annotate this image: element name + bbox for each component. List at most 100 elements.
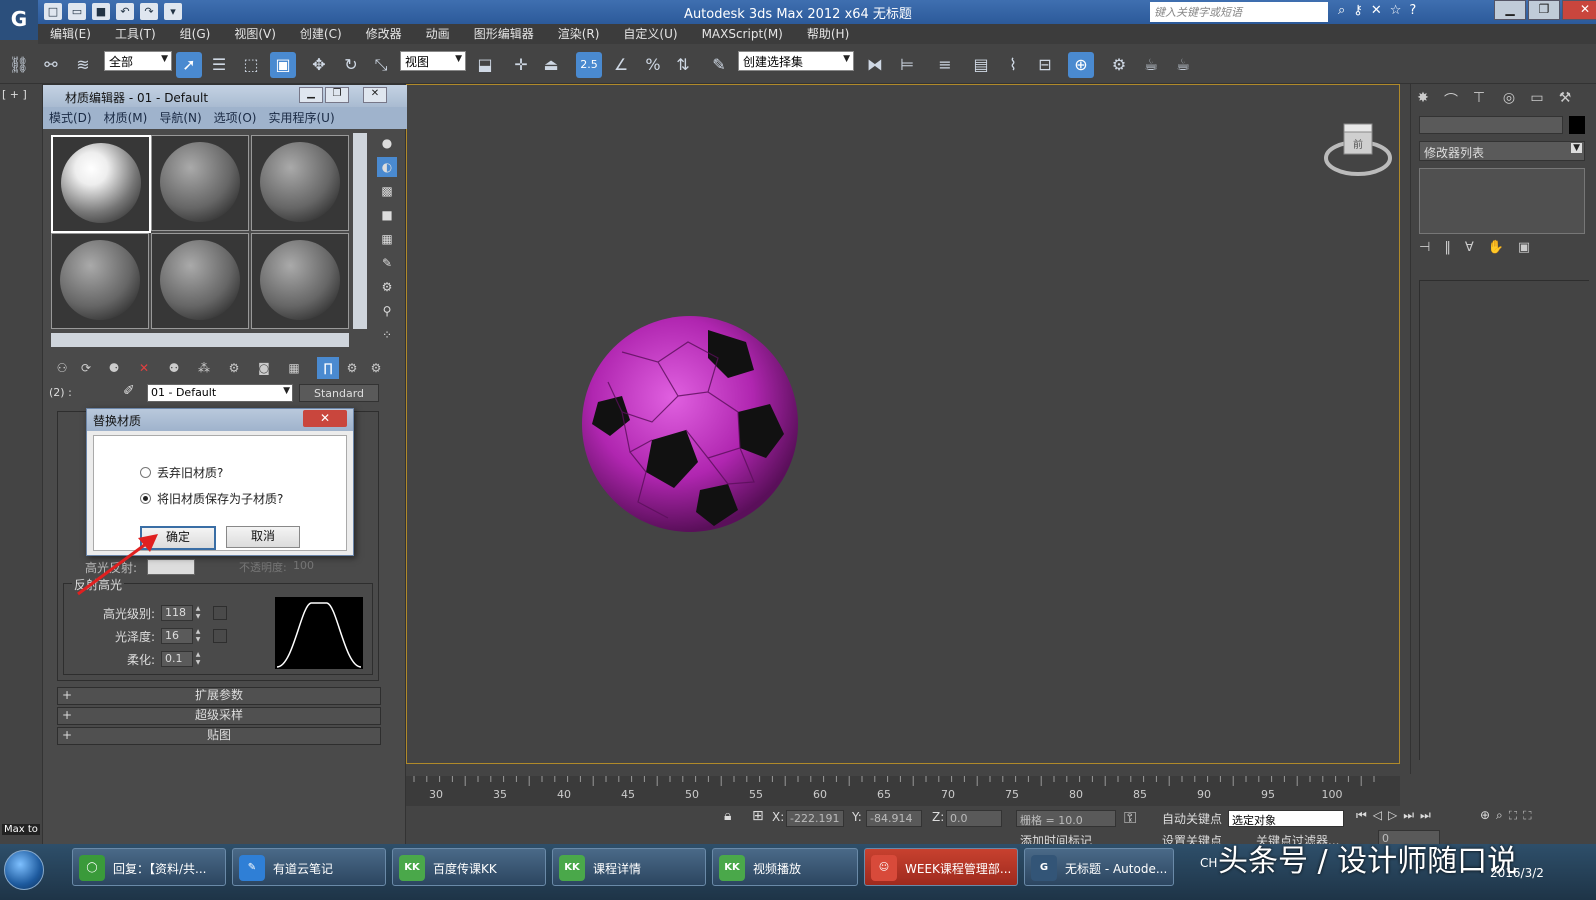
reference-coordinate-dropdown[interactable]: 视图: [400, 51, 466, 71]
menu-help[interactable]: 帮助(H): [795, 24, 861, 44]
soccer-ball-object[interactable]: [578, 312, 802, 536]
make-unique-icon[interactable]: ⁂: [193, 357, 215, 379]
option-discard-old-material[interactable]: 丢弃旧材质?: [140, 464, 223, 480]
keyboard-shortcut-override-icon[interactable]: ⏏: [538, 52, 564, 78]
auto-key-button[interactable]: 自动关键点: [1162, 810, 1222, 827]
rollout-maps[interactable]: + 贴图: [57, 727, 381, 745]
layer-manager-icon[interactable]: ≡: [932, 52, 958, 78]
menu-views[interactable]: 视图(V): [222, 24, 288, 44]
edit-named-selection-icon[interactable]: ✎: [706, 52, 732, 78]
menu-animation[interactable]: 动画: [414, 24, 462, 44]
cancel-button[interactable]: 取消: [226, 526, 300, 548]
glossiness-map-button[interactable]: [213, 629, 227, 643]
glossiness-spinner[interactable]: ▲ ▼: [193, 628, 203, 644]
modifier-list-dropdown[interactable]: 修改器列表: [1419, 141, 1585, 161]
soften-spinner[interactable]: ▲ ▼: [193, 651, 203, 667]
option-keep-as-submaterial[interactable]: 将旧材质保存为子材质?: [140, 490, 283, 506]
make-unique-icon[interactable]: ∀: [1465, 240, 1474, 255]
spinner-snap-icon[interactable]: ⇅: [670, 52, 696, 78]
link-icon[interactable]: ⛓: [6, 52, 32, 78]
taskbar-item[interactable]: ☺ WEEK课程管理部...: [864, 848, 1018, 886]
menu-maxscript[interactable]: MAXScript(M): [690, 24, 795, 44]
menu-customize[interactable]: 自定义(U): [611, 24, 689, 44]
taskbar-item[interactable]: ✎ 有道云笔记: [232, 848, 386, 886]
taskbar-item[interactable]: G 无标题 - Autode...: [1024, 848, 1174, 886]
taskbar-item[interactable]: KK 视频播放: [712, 848, 858, 886]
set-key-mode-icon[interactable]: ⚿: [1124, 808, 1136, 828]
sample-slot[interactable]: [151, 135, 249, 231]
tray-language-indicator[interactable]: CH: [1200, 856, 1217, 870]
put-to-scene-icon[interactable]: ⟳: [75, 357, 97, 379]
reset-map-icon[interactable]: ✕: [133, 357, 155, 379]
me-maximize-button[interactable]: ❐: [325, 87, 349, 103]
sample-slot[interactable]: [251, 233, 349, 329]
display-tab-icon[interactable]: ▭: [1527, 90, 1547, 110]
x-coord-field[interactable]: -222.191: [786, 810, 844, 827]
material-map-navigator-icon[interactable]: ⁘: [377, 325, 397, 345]
named-selection-dropdown[interactable]: 创建选择集: [738, 51, 854, 71]
render-setup-icon[interactable]: ⚙: [1106, 52, 1132, 78]
modify-tab-icon[interactable]: ⌒: [1441, 90, 1461, 110]
sample-slot[interactable]: [151, 233, 249, 329]
sample-type-icon[interactable]: ●: [377, 133, 397, 153]
utilities-tab-icon[interactable]: ⚒: [1555, 90, 1575, 110]
assign-to-selection-icon[interactable]: ⚈: [103, 357, 125, 379]
render-production-icon[interactable]: ☕: [1170, 52, 1196, 78]
sample-slot[interactable]: [51, 233, 149, 329]
menu-create[interactable]: 创建(C): [288, 24, 354, 44]
viewcube-icon[interactable]: 前: [1322, 116, 1394, 188]
me-menu-navigation[interactable]: 导航(N): [153, 107, 207, 129]
schematic-view-icon[interactable]: ⊟: [1032, 52, 1058, 78]
rollout-supersampling[interactable]: + 超级采样: [57, 707, 381, 725]
communication-icon[interactable]: ✕: [1371, 3, 1382, 18]
customize-dropdown-icon[interactable]: ▾: [164, 3, 182, 20]
sample-slots-vertical-scrollbar[interactable]: [353, 133, 367, 329]
mirror-icon[interactable]: ⧓: [862, 52, 888, 78]
sample-slots-horizontal-scrollbar[interactable]: [51, 333, 349, 347]
maxscript-listener-label[interactable]: Max to: [2, 824, 40, 835]
background-icon[interactable]: ▩: [377, 181, 397, 201]
binoculars-icon[interactable]: ⌕: [1338, 3, 1345, 18]
angle-snap-icon[interactable]: ∠: [608, 52, 634, 78]
sample-slot[interactable]: [251, 135, 349, 231]
configure-modifier-sets-icon[interactable]: ▣: [1518, 240, 1530, 255]
playback-controls[interactable]: ⏮◁▷⏭⏭: [1356, 808, 1437, 823]
menu-modifiers[interactable]: 修改器: [354, 24, 414, 44]
percent-snap-icon[interactable]: %: [640, 52, 666, 78]
selected-object-dropdown[interactable]: 选定对象: [1228, 810, 1344, 827]
create-tab-icon[interactable]: ✸: [1413, 90, 1433, 110]
lock-icon[interactable]: 🔒︎: [724, 808, 731, 824]
pivot-center-icon[interactable]: ⬓: [472, 52, 498, 78]
radio-selected-icon[interactable]: [140, 492, 151, 504]
open-file-icon[interactable]: ▭: [68, 3, 86, 20]
video-color-check-icon[interactable]: ▦: [377, 229, 397, 249]
timeline[interactable]: 30 35 40 45 50 55 60 65 70 75 80 85 90 95 100: [406, 776, 1400, 806]
backlight-icon[interactable]: ◐: [377, 157, 397, 177]
material-editor-icon[interactable]: ⊕: [1068, 52, 1094, 78]
me-menu-mode[interactable]: 模式(D): [43, 107, 98, 129]
key-icon[interactable]: ⚷: [1353, 3, 1363, 18]
select-manipulate-icon[interactable]: ✛: [508, 52, 534, 78]
sample-slot[interactable]: [51, 135, 151, 233]
me-menu-material[interactable]: 材质(M): [98, 107, 154, 129]
hierarchy-tab-icon[interactable]: ⊤: [1469, 90, 1489, 110]
show-end-result-icon[interactable]: ‖: [1444, 240, 1451, 255]
object-name-field[interactable]: [1419, 116, 1563, 134]
help-icon[interactable]: ?: [1409, 3, 1416, 18]
align-icon[interactable]: ⊨: [894, 52, 920, 78]
go-to-parent-icon[interactable]: ⚙: [341, 357, 363, 379]
menu-tools[interactable]: 工具(T): [103, 24, 168, 44]
rectangle-selection-icon[interactable]: ⬚: [238, 52, 264, 78]
go-forward-sibling-icon[interactable]: ⚙: [365, 357, 387, 379]
maximize-button[interactable]: ❐: [1528, 0, 1560, 20]
taskbar-item[interactable]: ◯ 回复：【资料/共...: [72, 848, 226, 886]
sample-uv-tiling-icon[interactable]: ■: [377, 205, 397, 225]
minimize-button[interactable]: ▁: [1494, 0, 1526, 20]
taskbar-item[interactable]: KK 课程详情: [552, 848, 706, 886]
graphite-tools-icon[interactable]: ▤: [968, 52, 994, 78]
specular-level-field[interactable]: 118: [161, 605, 193, 621]
motion-tab-icon[interactable]: ◎: [1499, 90, 1519, 110]
material-id-channel-icon[interactable]: ◙: [253, 357, 275, 379]
radio-icon[interactable]: [140, 466, 151, 478]
me-minimize-button[interactable]: ▁: [299, 87, 323, 103]
